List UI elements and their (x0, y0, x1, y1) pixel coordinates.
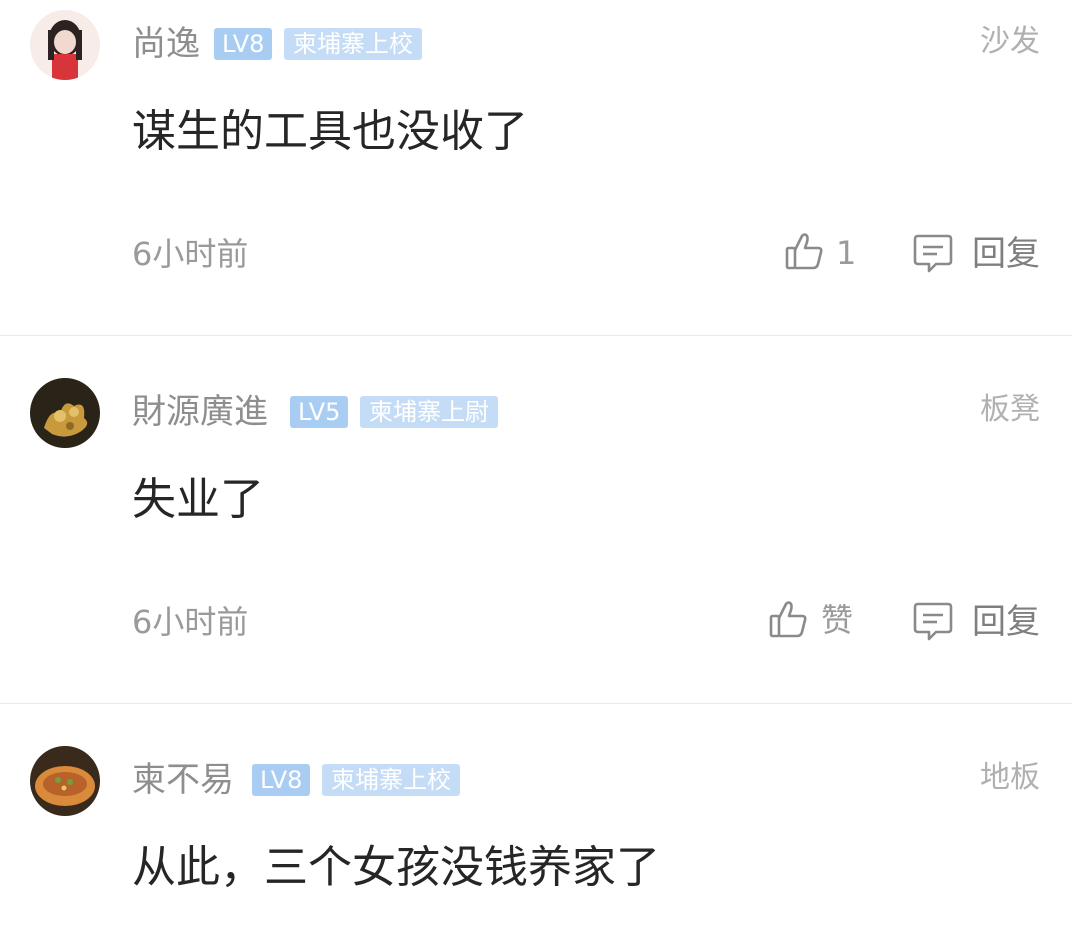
like-count[interactable]: 1 (836, 233, 856, 273)
comment-item: 尚逸 LV8 柬埔寨上校 沙发 谋生的工具也没收了 6小时前 1 回复 (0, 0, 1072, 335)
floor-label: 沙发 (980, 24, 1040, 59)
reply-button[interactable]: 回复 (972, 602, 1040, 642)
timestamp: 6小时前 (132, 603, 249, 641)
username[interactable]: 財源廣進 (132, 392, 268, 432)
level-badge: LV8 (252, 764, 311, 796)
username[interactable]: 尚逸 (132, 24, 200, 64)
avatar[interactable] (30, 378, 100, 448)
comment-text: 从此，三个女孩没钱养家了 (132, 842, 660, 893)
like-button-label[interactable]: 赞 (821, 600, 853, 640)
title-badge: 柬埔寨上校 (322, 764, 460, 796)
username[interactable]: 柬不易 (132, 760, 234, 800)
timestamp: 6小时前 (132, 235, 249, 273)
comment-text: 谋生的工具也没收了 (132, 106, 528, 157)
reply-icon[interactable] (912, 600, 954, 642)
comment-item: 財源廣進 LV5 柬埔寨上尉 板凳 失业了 6小时前 赞 回复 (0, 336, 1072, 703)
title-badge: 柬埔寨上校 (284, 28, 422, 60)
comment-item: 柬不易 LV8 柬埔寨上校 地板 从此，三个女孩没钱养家了 (0, 704, 1072, 945)
avatar[interactable] (30, 746, 100, 816)
floor-label: 地板 (980, 760, 1040, 795)
reply-button[interactable]: 回复 (972, 234, 1040, 274)
floor-label: 板凳 (980, 392, 1040, 427)
thumbs-up-icon[interactable] (784, 230, 826, 272)
title-badge: 柬埔寨上尉 (360, 396, 498, 428)
avatar[interactable] (30, 10, 100, 80)
level-badge: LV8 (214, 28, 273, 60)
comment-text: 失业了 (132, 474, 264, 525)
thumbs-up-icon[interactable] (768, 598, 810, 640)
level-badge: LV5 (290, 396, 349, 428)
reply-icon[interactable] (912, 232, 954, 274)
